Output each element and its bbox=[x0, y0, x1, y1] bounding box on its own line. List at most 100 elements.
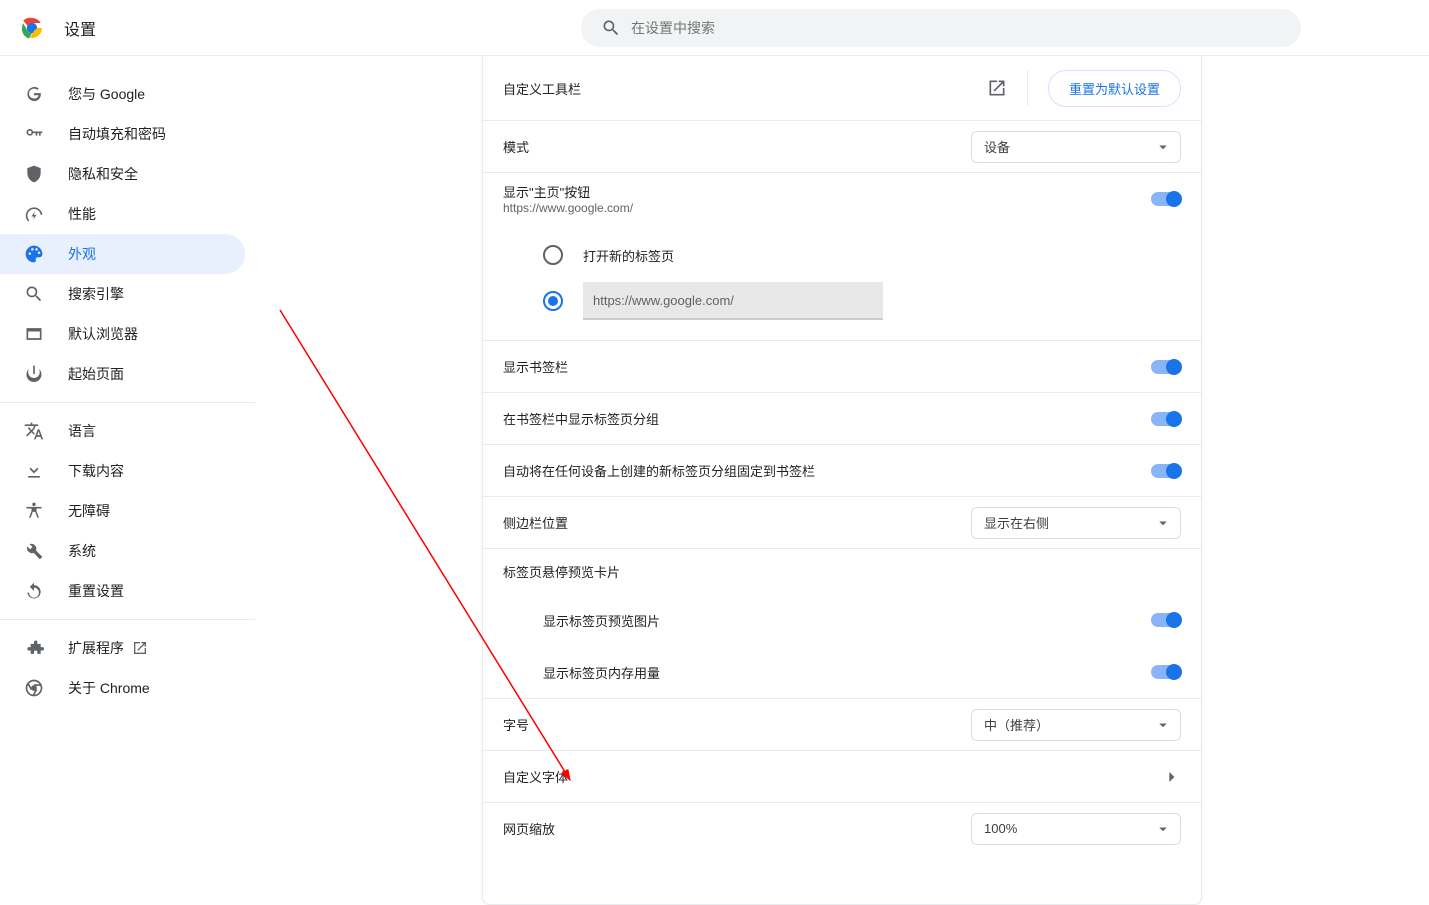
sidebar-item-appearance[interactable]: 外观 bbox=[0, 234, 245, 274]
sidebar-item-label: 下载内容 bbox=[68, 461, 124, 481]
sidebar-item-you-and-google[interactable]: 您与 Google bbox=[0, 74, 245, 114]
show-tab-groups-row: 在书签栏中显示标签页分组 bbox=[483, 392, 1201, 444]
sidebar-item-default-browser[interactable]: 默认浏览器 bbox=[0, 314, 245, 354]
search-icon bbox=[601, 18, 621, 38]
chevron-down-icon bbox=[1154, 514, 1172, 532]
sidebar-item-label: 系统 bbox=[68, 541, 96, 561]
row-label: 自定义字体 bbox=[503, 767, 568, 786]
chevron-down-icon bbox=[1154, 716, 1172, 734]
hover-card-header-row: 标签页悬停预览卡片 bbox=[483, 548, 1201, 594]
sidebar-item-languages[interactable]: 语言 bbox=[0, 411, 245, 451]
search-input[interactable] bbox=[631, 20, 1281, 36]
row-label: 字号 bbox=[503, 715, 529, 734]
custom-fonts-row[interactable]: 自定义字体 bbox=[483, 750, 1201, 802]
search-icon bbox=[24, 284, 44, 304]
page-zoom-select[interactable]: 100% bbox=[971, 813, 1181, 845]
row-label: 侧边栏位置 bbox=[503, 513, 568, 532]
show-memory-row: 显示标签页内存用量 bbox=[483, 646, 1201, 698]
show-bookmarks-row: 显示书签栏 bbox=[483, 340, 1201, 392]
show-tab-groups-toggle[interactable] bbox=[1151, 412, 1181, 426]
google-g-icon bbox=[24, 84, 44, 104]
row-sublabel: https://www.google.com/ bbox=[503, 201, 633, 215]
row-label: 自定义工具栏 bbox=[503, 79, 581, 98]
sidebar-item-system[interactable]: 系统 bbox=[0, 531, 245, 571]
show-memory-toggle[interactable] bbox=[1151, 665, 1181, 679]
sidebar-item-label: 您与 Google bbox=[68, 84, 145, 104]
row-label: 显示"主页"按钮 bbox=[503, 182, 633, 201]
accessibility-icon bbox=[24, 501, 44, 521]
row-label: 显示书签栏 bbox=[503, 357, 568, 376]
sidebar-item-search-engine[interactable]: 搜索引擎 bbox=[0, 274, 245, 314]
show-preview-image-toggle[interactable] bbox=[1151, 613, 1181, 627]
sidebar-item-on-startup[interactable]: 起始页面 bbox=[0, 354, 245, 394]
pin-tab-groups-toggle[interactable] bbox=[1151, 464, 1181, 478]
search-box[interactable] bbox=[581, 9, 1301, 47]
home-page-radio-group: 打开新的标签页 bbox=[483, 224, 1201, 340]
pin-tab-groups-row: 自动将在任何设备上创建的新标签页分组固定到书签栏 bbox=[483, 444, 1201, 496]
customize-toolbar-row[interactable]: 自定义工具栏 重置为默认设置 bbox=[483, 56, 1201, 120]
font-size-row: 字号 中（推荐） bbox=[483, 698, 1201, 750]
sidebar-item-performance[interactable]: 性能 bbox=[0, 194, 245, 234]
chevron-down-icon bbox=[1154, 820, 1172, 838]
shield-icon bbox=[24, 164, 44, 184]
font-size-select[interactable]: 中（推荐） bbox=[971, 709, 1181, 741]
side-panel-row: 侧边栏位置 显示在右侧 bbox=[483, 496, 1201, 548]
home-url-input[interactable] bbox=[583, 282, 883, 320]
sidebar-item-accessibility[interactable]: 无障碍 bbox=[0, 491, 245, 531]
sidebar-item-label: 扩展程序 bbox=[68, 638, 124, 658]
side-panel-select[interactable]: 显示在右侧 bbox=[971, 507, 1181, 539]
sidebar-item-label: 外观 bbox=[68, 244, 96, 264]
sidebar-item-label: 起始页面 bbox=[68, 364, 124, 384]
sidebar-item-label: 重置设置 bbox=[68, 581, 124, 601]
sidebar-separator bbox=[0, 619, 255, 620]
show-preview-image-row: 显示标签页预览图片 bbox=[483, 594, 1201, 646]
divider bbox=[1027, 70, 1028, 106]
translate-icon bbox=[24, 421, 44, 441]
sidebar-item-extensions[interactable]: 扩展程序 bbox=[0, 628, 245, 668]
row-label: 显示标签页内存用量 bbox=[543, 663, 660, 682]
app-title: 设置 bbox=[64, 16, 96, 40]
sidebar-item-label: 关于 Chrome bbox=[68, 678, 150, 698]
reset-icon bbox=[24, 581, 44, 601]
row-label: 自动将在任何设备上创建的新标签页分组固定到书签栏 bbox=[503, 461, 815, 480]
sidebar-item-autofill[interactable]: 自动填充和密码 bbox=[0, 114, 245, 154]
sidebar-item-privacy[interactable]: 隐私和安全 bbox=[0, 154, 245, 194]
radio-new-tab[interactable] bbox=[543, 245, 563, 265]
show-bookmarks-toggle[interactable] bbox=[1151, 360, 1181, 374]
sidebar-item-label: 无障碍 bbox=[68, 501, 110, 521]
sidebar-item-label: 搜索引擎 bbox=[68, 284, 124, 304]
row-label: 网页缩放 bbox=[503, 819, 555, 838]
sidebar-item-downloads[interactable]: 下载内容 bbox=[0, 451, 245, 491]
radio-label: 打开新的标签页 bbox=[583, 246, 674, 265]
extension-icon bbox=[24, 638, 44, 658]
row-label: 模式 bbox=[503, 137, 529, 156]
open-in-new-icon bbox=[132, 640, 148, 656]
open-in-new-icon[interactable] bbox=[987, 78, 1007, 98]
sidebar-item-label: 自动填充和密码 bbox=[68, 124, 166, 144]
row-label: 显示标签页预览图片 bbox=[543, 611, 660, 630]
mode-row: 模式 设备 bbox=[483, 120, 1201, 172]
settings-card: 自定义工具栏 重置为默认设置 模式 设备 显示"主页"按钮 https://ww… bbox=[482, 56, 1202, 905]
show-home-row: 显示"主页"按钮 https://www.google.com/ bbox=[483, 172, 1201, 224]
main-content: 自定义工具栏 重置为默认设置 模式 设备 显示"主页"按钮 https://ww… bbox=[255, 56, 1429, 905]
reset-default-button[interactable]: 重置为默认设置 bbox=[1048, 70, 1181, 107]
chrome-logo-icon bbox=[20, 16, 44, 40]
chevron-down-icon bbox=[1154, 138, 1172, 156]
sidebar-item-reset[interactable]: 重置设置 bbox=[0, 571, 245, 611]
wrench-icon bbox=[24, 541, 44, 561]
show-home-toggle[interactable] bbox=[1151, 192, 1181, 206]
topbar: 设置 bbox=[0, 0, 1429, 56]
download-icon bbox=[24, 461, 44, 481]
chrome-icon bbox=[24, 678, 44, 698]
sidebar-item-label: 默认浏览器 bbox=[68, 324, 138, 344]
sidebar-item-label: 性能 bbox=[68, 204, 96, 224]
chevron-right-icon bbox=[1161, 767, 1181, 787]
power-icon bbox=[24, 364, 44, 384]
palette-icon bbox=[24, 244, 44, 264]
mode-select[interactable]: 设备 bbox=[971, 131, 1181, 163]
key-icon bbox=[24, 124, 44, 144]
speedometer-icon bbox=[24, 204, 44, 224]
row-label: 在书签栏中显示标签页分组 bbox=[503, 409, 659, 428]
radio-custom-url[interactable] bbox=[543, 291, 563, 311]
sidebar-item-about-chrome[interactable]: 关于 Chrome bbox=[0, 668, 245, 708]
